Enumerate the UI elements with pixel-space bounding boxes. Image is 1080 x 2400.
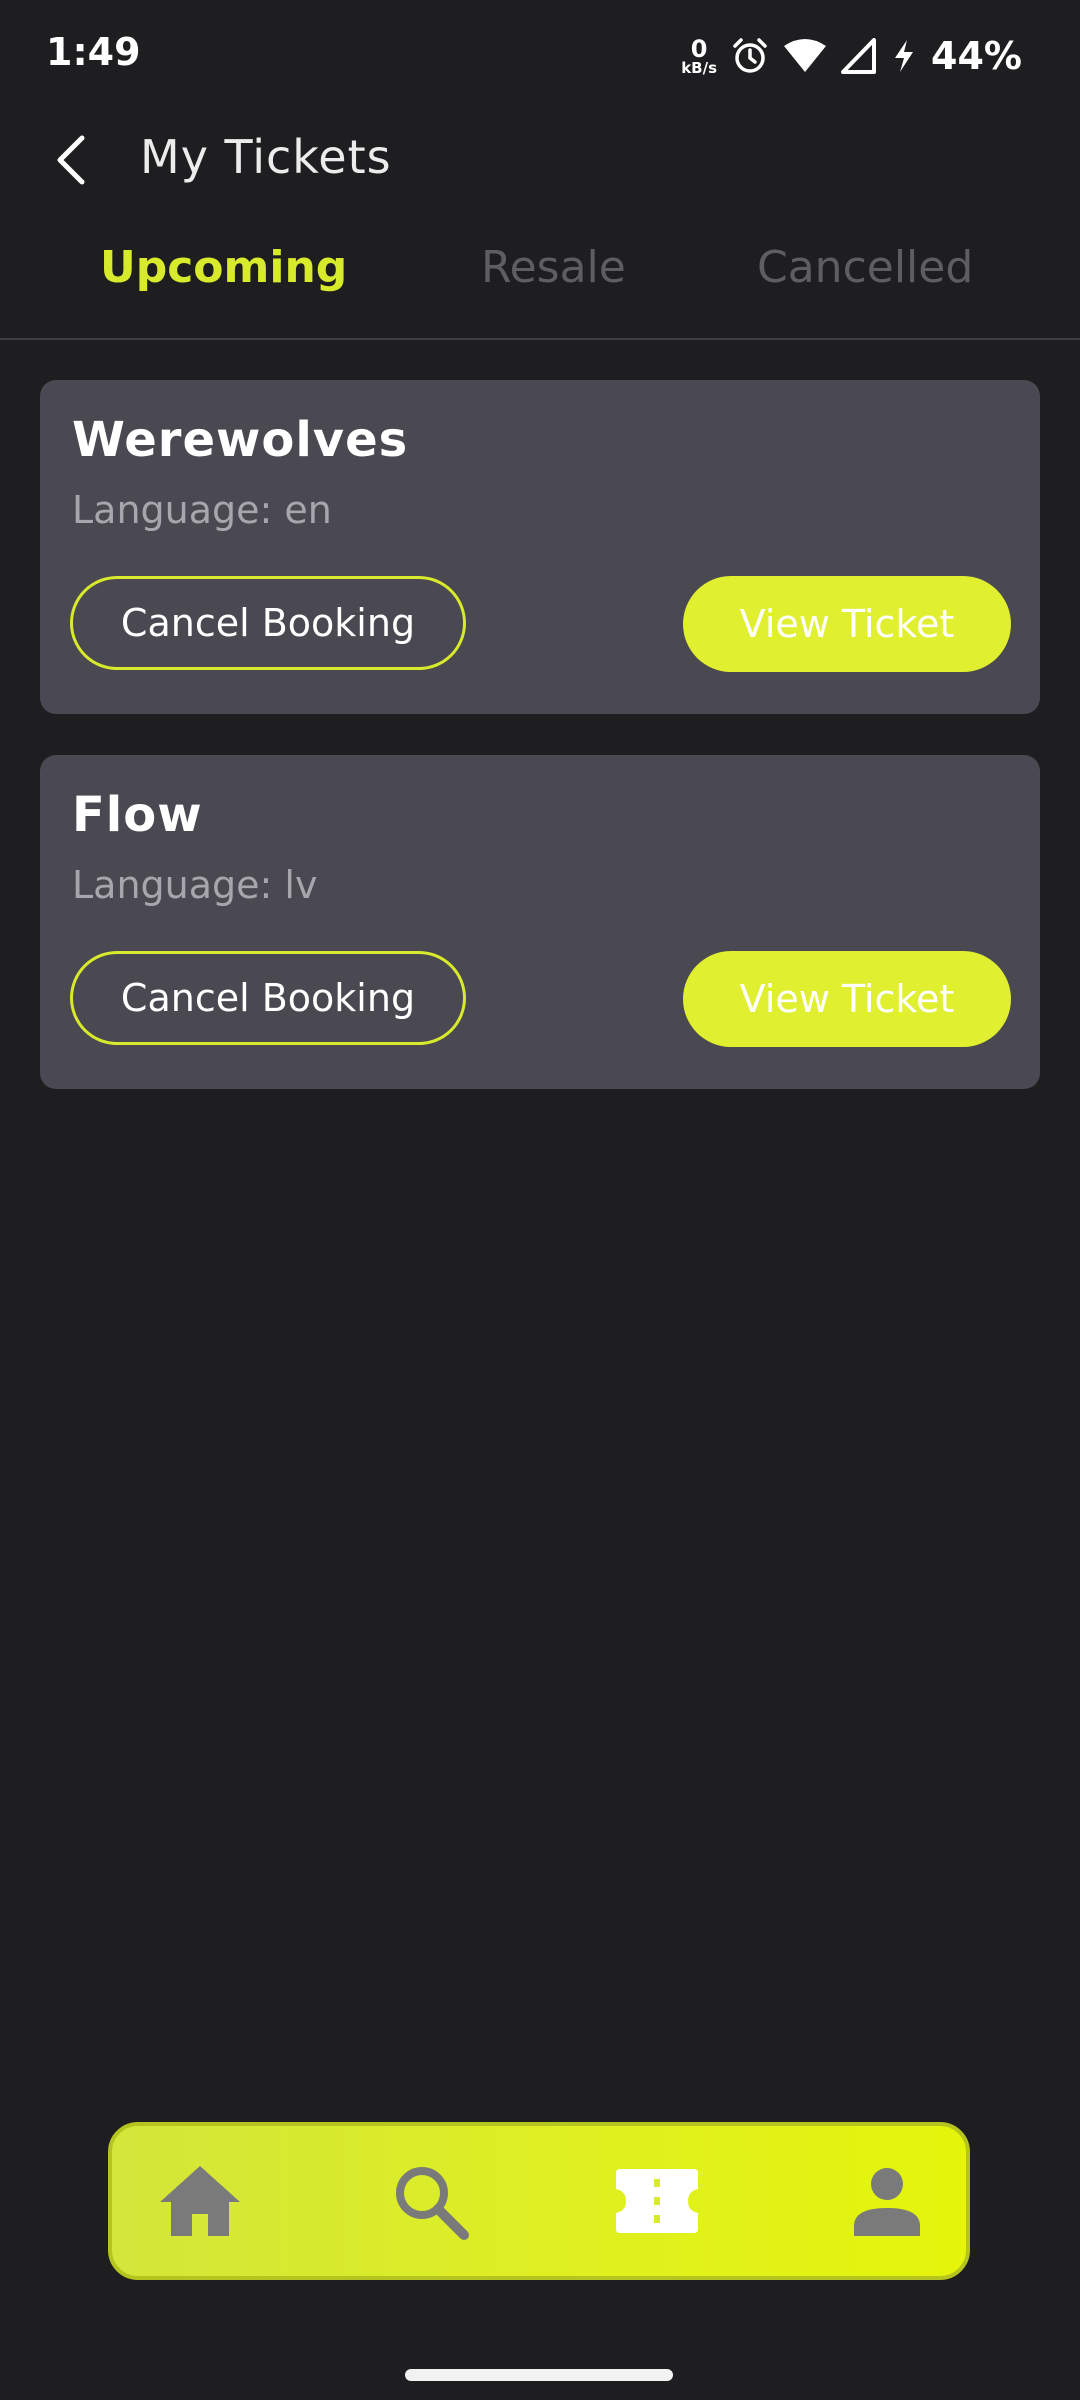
network-speed-value: 0 xyxy=(690,34,708,63)
screen: 1:49 0 kB/s 44% My Tickets Upcoming Resa… xyxy=(0,0,1080,2400)
search-icon xyxy=(396,2167,469,2240)
ticket-title: Flow xyxy=(72,787,203,843)
ticket-language: Language: lv xyxy=(72,863,318,907)
cancel-booking-button[interactable]: Cancel Booking xyxy=(70,576,466,670)
alarm-icon xyxy=(731,37,769,75)
status-icons: 0 kB/s 44% xyxy=(681,28,1022,84)
ticket-icon xyxy=(616,2169,698,2233)
charging-icon xyxy=(891,38,917,74)
back-button[interactable] xyxy=(40,128,104,192)
nav-tickets[interactable] xyxy=(587,2126,727,2276)
nav-search[interactable] xyxy=(360,2126,500,2276)
profile-icon xyxy=(854,2168,920,2236)
ticket-card: Flow Language: lv Cancel Booking View Ti… xyxy=(40,755,1040,1089)
battery-level: 44% xyxy=(931,34,1022,78)
ticket-language: Language: en xyxy=(72,488,332,532)
cancel-booking-button[interactable]: Cancel Booking xyxy=(70,951,466,1045)
status-time: 1:49 xyxy=(46,30,141,74)
nav-home[interactable] xyxy=(130,2126,270,2276)
back-arrow-icon xyxy=(57,135,85,185)
app-bar: My Tickets xyxy=(0,110,1080,210)
view-ticket-button[interactable]: View Ticket xyxy=(683,576,1011,672)
cellular-signal-icon xyxy=(841,38,877,74)
page-title: My Tickets xyxy=(140,130,392,184)
gesture-handle[interactable] xyxy=(405,2369,673,2381)
view-ticket-button[interactable]: View Ticket xyxy=(683,951,1011,1047)
tab-bar: Upcoming Resale Cancelled xyxy=(0,230,1080,340)
network-speed-unit: kB/s xyxy=(681,58,718,77)
status-bar: 1:49 0 kB/s 44% xyxy=(0,0,1080,110)
ticket-card: Werewolves Language: en Cancel Booking V… xyxy=(40,380,1040,714)
home-icon xyxy=(160,2166,240,2236)
wifi-icon xyxy=(783,38,827,74)
tab-resale[interactable]: Resale xyxy=(481,242,626,293)
tab-cancelled[interactable]: Cancelled xyxy=(757,242,973,293)
network-speed: 0 kB/s xyxy=(681,37,717,76)
bottom-navigation xyxy=(108,2122,970,2280)
ticket-title: Werewolves xyxy=(72,412,409,468)
nav-profile[interactable] xyxy=(817,2126,957,2276)
tab-upcoming[interactable]: Upcoming xyxy=(100,242,347,293)
